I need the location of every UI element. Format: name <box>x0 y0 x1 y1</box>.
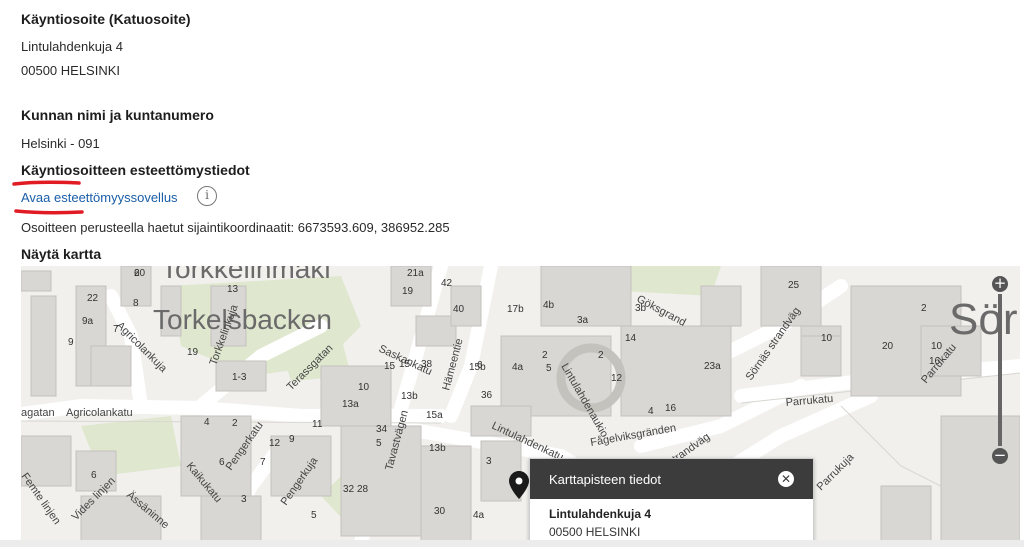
area-label-sor: Sör <box>949 295 1017 344</box>
house-number-label: 4 <box>648 406 654 417</box>
house-number-label: 6 <box>219 457 225 468</box>
house-number-label: 25 <box>788 280 800 291</box>
house-number-label: 19 <box>187 347 199 358</box>
area-label-torkkeli: Torkkelinmäki <box>161 266 331 284</box>
house-number-label: 20 <box>882 341 894 352</box>
house-number-label: 28 <box>357 484 369 495</box>
house-number-label: 13 <box>227 284 239 295</box>
red-underline-annotation <box>12 180 81 186</box>
map-point-popup: Karttapisteen tiedot ✕ Lintulahdenkuja 4… <box>529 458 814 542</box>
house-number-label: 23a <box>704 361 721 372</box>
house-number-label: 2 <box>232 418 238 429</box>
house-number-label: 36 <box>481 390 493 401</box>
house-number-label: 9 <box>289 434 295 445</box>
house-number-label: 15 <box>384 361 396 372</box>
house-number-label: 15b <box>469 362 486 373</box>
popup-street: Lintulahdenkuja 4 <box>549 507 652 521</box>
house-number-label: 19 <box>402 286 414 297</box>
map-heading: Näytä kartta <box>21 246 102 262</box>
house-number-label: 4a <box>512 362 524 373</box>
house-number-label: 15 <box>399 359 411 370</box>
house-number-label: 38 <box>421 359 433 370</box>
house-number-label: 5 <box>546 363 552 374</box>
house-number-label: 4a <box>473 510 485 521</box>
house-number-label: 5 <box>376 438 382 449</box>
house-number-label: 32 <box>343 484 355 495</box>
house-number-label: 3 <box>486 456 492 467</box>
house-number-label: 9 <box>68 337 74 348</box>
popup-postal: 00500 HELSINKI <box>549 525 641 539</box>
house-number-label: 10 <box>931 341 943 352</box>
house-number-label: 16 <box>929 356 941 367</box>
house-number-label: 4b <box>543 300 555 311</box>
visiting-address-postal: 00500 HELSINKI <box>21 63 121 78</box>
house-number-label: 2 <box>921 303 927 314</box>
house-number-label: 7 <box>113 324 119 335</box>
info-icon[interactable]: i <box>197 186 217 206</box>
house-number-label: 13b <box>401 391 418 402</box>
street-label: Parrukuja <box>815 451 857 493</box>
accessibility-heading: Käyntiosoitteen esteettömystiedot <box>21 162 250 178</box>
accessibility-app-link[interactable]: Avaa esteettömyyssovellus <box>21 190 178 205</box>
house-number-label: 22 <box>87 293 99 304</box>
zoom-out-button[interactable]: − <box>992 448 1008 464</box>
area-label-torkelsbacken: Torkelsbacken <box>153 304 332 335</box>
house-number-label: 7 <box>260 457 266 468</box>
house-number-label: 9a <box>82 316 94 327</box>
house-number-label: 34 <box>376 424 388 435</box>
visiting-address-heading: Käyntiosoite (Katuosoite) <box>21 11 191 27</box>
house-number-label: 16 <box>665 403 677 414</box>
close-icon[interactable]: ✕ <box>778 471 794 487</box>
popup-header: Karttapisteen tiedot ✕ <box>530 459 813 499</box>
house-number-label: 30 <box>434 506 446 517</box>
house-number-label: 4 <box>204 417 210 428</box>
coordinates-text: Osoitteen perusteella haetut sijaintikoo… <box>21 220 450 235</box>
house-number-label: 10 <box>821 333 833 344</box>
house-number-label: 13a <box>342 399 359 410</box>
horizontal-scrollbar[interactable] <box>0 540 1024 547</box>
house-number-label: 42 <box>441 278 453 289</box>
house-number-label: 1-3 <box>232 372 247 383</box>
house-number-label: 12 <box>611 373 623 384</box>
house-number-label: 8 <box>133 298 139 309</box>
house-number-label: 3a <box>577 315 589 326</box>
house-number-label: 3 <box>241 494 247 505</box>
house-number-label: 2 <box>542 350 548 361</box>
municipality-value: Helsinki - 091 <box>21 136 100 151</box>
house-number-label: 6 <box>134 268 140 279</box>
house-number-label: 10 <box>358 382 370 393</box>
house-number-label: 6 <box>91 470 97 481</box>
map-base: Torkkelinmäki Torkelsbacken Sör Agricola… <box>21 266 1020 542</box>
street-label: Agricolankatu <box>66 407 133 419</box>
house-number-label: 40 <box>453 304 465 315</box>
house-number-label: 15a <box>426 410 443 421</box>
red-underline-annotation-2 <box>14 209 84 215</box>
house-number-label: 13b <box>429 443 446 454</box>
zoom-slider-track[interactable] <box>998 294 1002 446</box>
house-number-label: 12 <box>269 438 281 449</box>
house-number-label: 2 <box>598 350 604 361</box>
house-number-label: 11 <box>312 419 323 430</box>
house-number-label: 21a <box>407 268 424 279</box>
map-view[interactable]: Torkkelinmäki Torkelsbacken Sör Agricola… <box>21 266 1020 542</box>
municipality-heading: Kunnan nimi ja kuntanumero <box>21 107 214 123</box>
street-label: agatan <box>21 407 55 419</box>
house-number-label: 17b <box>507 304 524 315</box>
visiting-address-street: Lintulahdenkuja 4 <box>21 39 123 54</box>
zoom-in-button[interactable]: + <box>992 276 1008 292</box>
house-number-label: 5 <box>311 510 317 521</box>
house-number-label: 14 <box>625 333 637 344</box>
house-number-label: 3b <box>635 303 647 314</box>
popup-title: Karttapisteen tiedot <box>549 472 662 487</box>
